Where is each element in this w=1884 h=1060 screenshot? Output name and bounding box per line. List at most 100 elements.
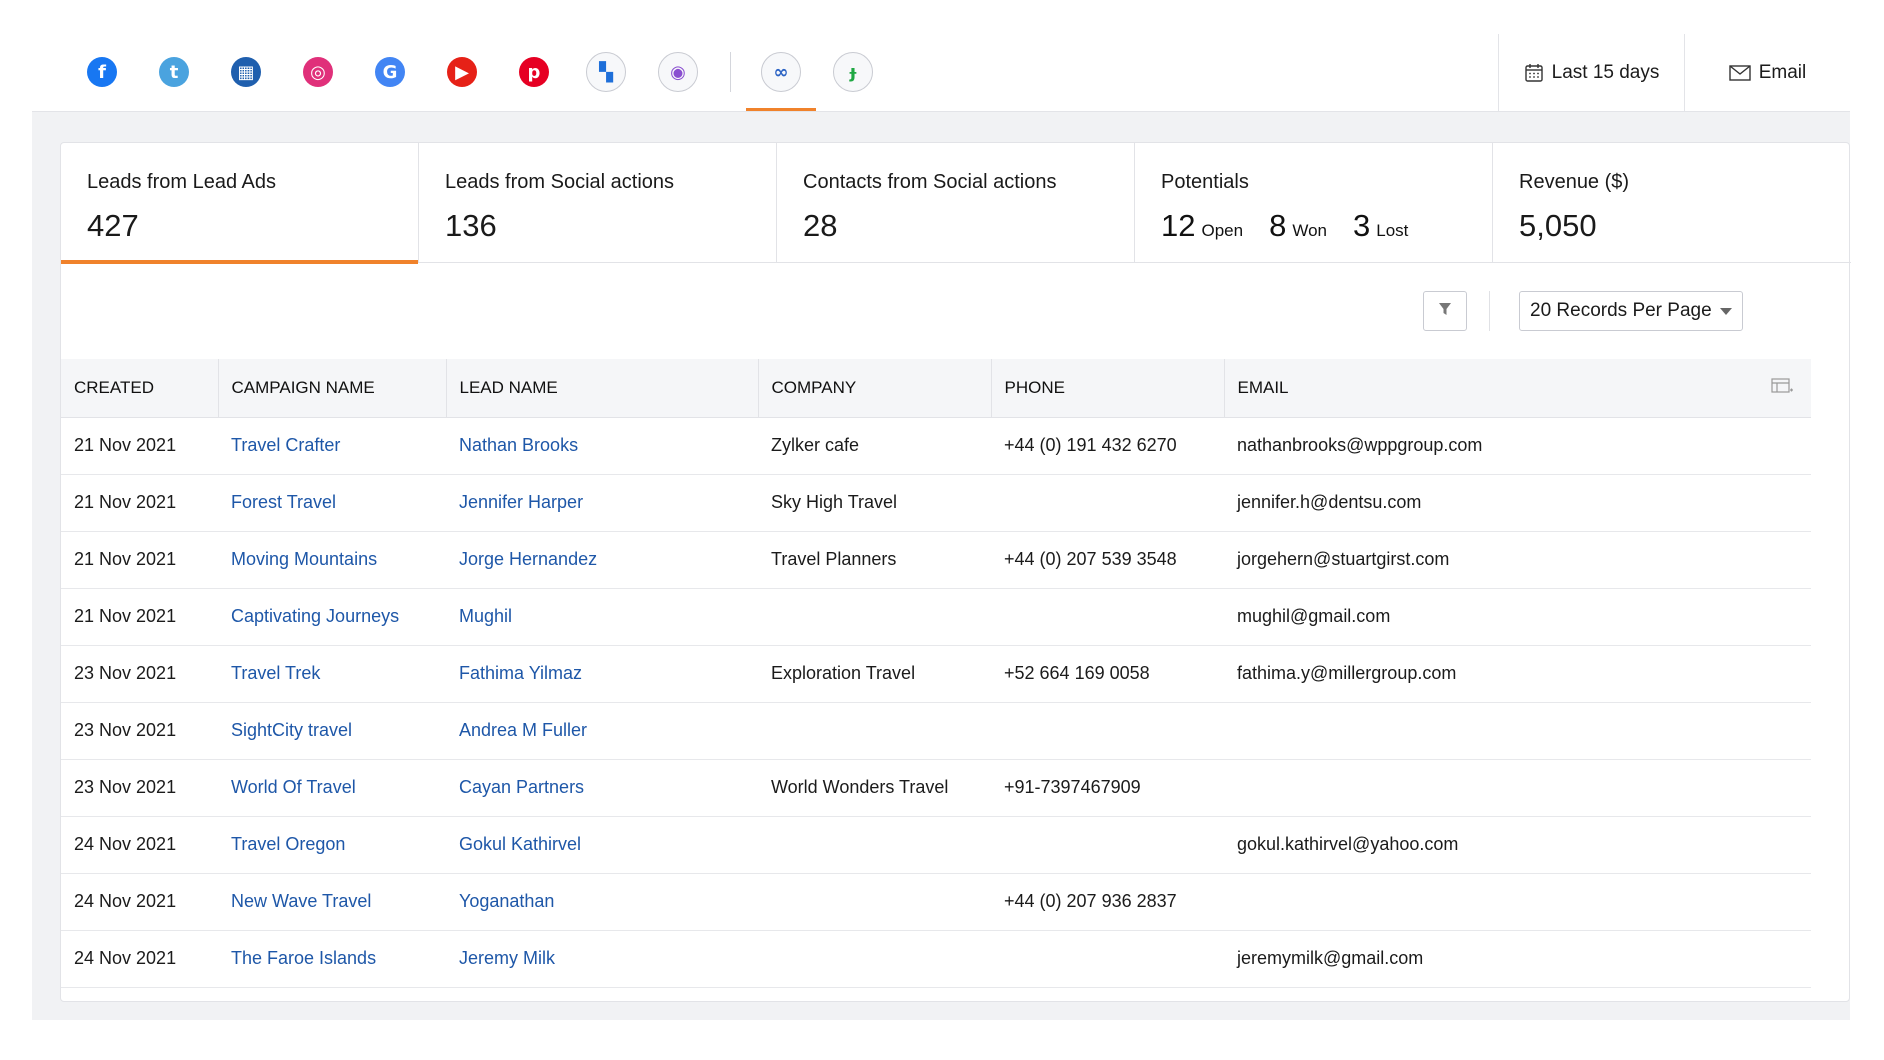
cell-campaign-name[interactable]: Travel Crafter (218, 417, 446, 474)
table-body: 21 Nov 2021 Travel Crafter Nathan Brooks Zy… (61, 417, 1811, 987)
stat-leads-from-social-actions[interactable]: Leads from Social actions 136 (419, 143, 777, 263)
cell-lead-name[interactable]: Andrea M Fuller (446, 702, 758, 759)
email-button[interactable]: Email (1684, 34, 1850, 112)
stat-leads-from-lead-ads[interactable]: Leads from Lead Ads 427 (61, 143, 419, 264)
table-row[interactable]: 21 Nov 2021 Forest Travel Jennifer Harper S… (61, 474, 1811, 531)
cell-lead-name[interactable]: Cayan Partners (446, 759, 758, 816)
column-header-campaign-name[interactable]: CAMPAIGN NAME (218, 359, 447, 418)
stat-revenue[interactable]: Revenue ($) 5,050 (1493, 143, 1851, 263)
network-tab-google[interactable]: G (370, 52, 410, 92)
date-range-button[interactable]: Last 15 days (1498, 34, 1684, 112)
column-header-label: COMPANY (771, 377, 857, 397)
cell-phone (991, 930, 1224, 987)
cell-company: Sky High Travel (771, 492, 898, 512)
cell-created: 24 Nov 2021 (74, 948, 177, 968)
cell-campaign-name[interactable]: Captivating Journeys (218, 588, 446, 645)
cell-lead-name[interactable]: Mughil (446, 588, 758, 645)
network-tab-facebook[interactable]: f (82, 52, 122, 92)
cell-lead-name[interactable]: Jennifer Harper (446, 474, 758, 531)
network-tab-youtube[interactable]: ▶ (442, 52, 482, 92)
cell-campaign-name[interactable]: Forest Travel (218, 474, 446, 531)
cell-lead-name[interactable]: Fathima Yilmaz (446, 645, 758, 702)
stat-value: 5,050 (1519, 208, 1597, 243)
cell-campaign-name[interactable]: New Wave Travel (218, 873, 446, 930)
table-row[interactable]: 24 Nov 2021 New Wave Travel Yoganathan +44 … (61, 873, 1811, 930)
youtube-icon: ▶ (447, 57, 477, 87)
cell-created: 21 Nov 2021 (74, 492, 177, 512)
potentials-open-value: 12 (1161, 208, 1196, 243)
network-tab-target[interactable]: ◉ (658, 52, 698, 92)
table-toolbar: 20 Records Per Page (61, 263, 1851, 359)
facebook-icon: f (87, 57, 117, 87)
stats-row: Leads from Lead Ads 427 Leads from Socia… (61, 143, 1851, 264)
records-per-page-select[interactable]: 20 Records Per Page (1519, 291, 1743, 331)
cell-email: mughil@gmail.com (1237, 606, 1391, 626)
table-row[interactable]: 23 Nov 2021 World Of Travel Cayan Partners… (61, 759, 1811, 816)
filter-icon (1438, 302, 1452, 321)
cell-created: 21 Nov 2021 (74, 606, 177, 626)
network-tab-crm-integration[interactable]: ∞ (746, 52, 816, 111)
network-tab-tiles[interactable]: ▚ (586, 52, 626, 92)
cell-phone: +91-7397467909 (1004, 777, 1141, 797)
network-tab-twitter[interactable]: t (154, 52, 194, 92)
column-header-label: CAMPAIGN NAME (231, 377, 375, 397)
network-tab-google-my-business[interactable]: ▦ (226, 52, 266, 92)
network-tab-pinterest[interactable]: p (514, 52, 554, 92)
twitter-icon: t (159, 57, 189, 87)
cell-lead-name[interactable]: Jeremy Milk (446, 930, 758, 987)
potentials-won-label: Won (1292, 221, 1327, 240)
column-header-email[interactable]: EMAIL (1224, 359, 1811, 418)
table-row[interactable]: 23 Nov 2021 SightCity travel Andrea M Full… (61, 702, 1811, 759)
column-settings-icon[interactable] (1771, 377, 1793, 400)
cell-created: 21 Nov 2021 (74, 435, 177, 455)
column-header-label: PHONE (1004, 377, 1065, 397)
table-row[interactable]: 23 Nov 2021 Travel Trek Fathima Yilmaz Expl… (61, 645, 1811, 702)
network-tab-bookings[interactable]: ɟ (833, 52, 873, 92)
table-row[interactable]: 24 Nov 2021 The Faroe Islands Jeremy Milk j… (61, 930, 1811, 987)
table-row[interactable]: 21 Nov 2021 Moving Mountains Jorge Hernand… (61, 531, 1811, 588)
stat-contacts-from-social-actions[interactable]: Contacts from Social actions 28 (777, 143, 1135, 263)
cell-campaign-name[interactable]: SightCity travel (218, 702, 446, 759)
cell-phone: +44 (0) 207 936 2837 (1004, 891, 1177, 911)
stat-title: Revenue ($) (1519, 171, 1630, 193)
stat-value: 136 (445, 208, 497, 243)
column-header-lead-name[interactable]: LEAD NAME (446, 359, 759, 418)
cell-phone (991, 702, 1224, 759)
cell-campaign-name[interactable]: Travel Oregon (218, 816, 446, 873)
google-icon: G (375, 57, 405, 87)
cell-lead-name[interactable]: Jorge Hernandez (446, 531, 758, 588)
potentials-won-value: 8 (1269, 208, 1287, 243)
table-row[interactable]: 24 Nov 2021 Travel Oregon Gokul Kathirvel g… (61, 816, 1811, 873)
cell-campaign-name[interactable]: The Faroe Islands (218, 930, 446, 987)
stat-title: Contacts from Social actions (803, 171, 1057, 193)
column-header-company[interactable]: COMPANY (758, 359, 992, 418)
cell-lead-name[interactable]: Gokul Kathirvel (446, 816, 758, 873)
table-row[interactable]: 21 Nov 2021 Captivating Journeys Mughil mug… (61, 588, 1811, 645)
top-bar: f t ▦ ◎ G ▶ p ▚ ◉ ∞ ɟ Last 15 days Email (32, 34, 1850, 112)
cell-campaign-name[interactable]: Travel Trek (218, 645, 446, 702)
filter-button[interactable] (1423, 291, 1467, 331)
cell-email: jeremymilk@gmail.com (1237, 948, 1424, 968)
cell-company: Exploration Travel (771, 663, 916, 683)
email-label: Email (1758, 62, 1807, 83)
cell-campaign-name[interactable]: World Of Travel (218, 759, 446, 816)
cell-campaign-name[interactable]: Moving Mountains (218, 531, 446, 588)
stat-title: Potentials (1161, 171, 1249, 193)
cell-phone: +44 (0) 191 432 6270 (1004, 435, 1177, 455)
network-icon-bar: f t ▦ ◎ G ▶ p ▚ ◉ ∞ ɟ (82, 52, 905, 111)
column-header-phone[interactable]: PHONE (991, 359, 1225, 418)
cell-email (1224, 702, 1811, 759)
stat-value: 28 (803, 208, 838, 243)
cell-company (758, 873, 991, 930)
cell-phone: +44 (0) 207 539 3548 (1004, 549, 1177, 569)
column-header-label: EMAIL (1237, 377, 1289, 397)
cell-phone (991, 474, 1224, 531)
cell-company (758, 930, 991, 987)
cell-email: fathima.y@millergroup.com (1237, 663, 1457, 683)
column-header-created[interactable]: CREATED (61, 359, 219, 418)
table-row[interactable]: 21 Nov 2021 Travel Crafter Nathan Brooks Zy… (61, 417, 1811, 474)
cell-lead-name[interactable]: Nathan Brooks (446, 417, 758, 474)
network-tab-instagram[interactable]: ◎ (298, 52, 338, 92)
cell-lead-name[interactable]: Yoganathan (446, 873, 758, 930)
stat-potentials[interactable]: Potentials 12 Open 8 Won 3 Lost (1135, 143, 1493, 263)
